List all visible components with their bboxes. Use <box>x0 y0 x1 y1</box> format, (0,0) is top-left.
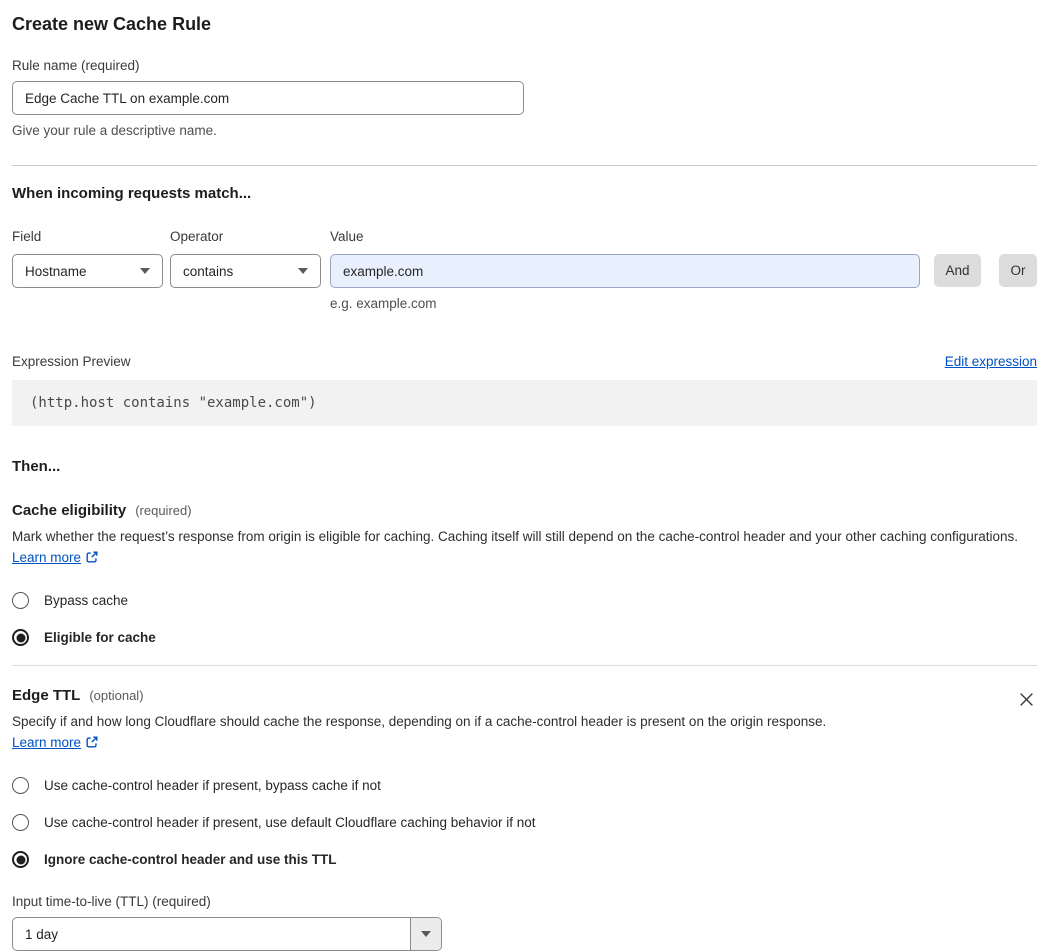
radio-icon <box>12 777 29 794</box>
radio-bypass-cache[interactable]: Bypass cache <box>12 592 1037 609</box>
section-divider <box>12 165 1037 166</box>
rule-name-input[interactable] <box>12 81 524 115</box>
edge-ttl-description: Specify if and how long Cloudflare shoul… <box>12 711 854 755</box>
radio-selected-icon <box>12 629 29 646</box>
cache-eligibility-description: Mark whether the request’s response from… <box>12 526 1037 570</box>
chevron-down-icon <box>410 918 441 950</box>
rule-name-help: Give your rule a descriptive name. <box>12 123 217 138</box>
value-help: e.g. example.com <box>330 296 437 311</box>
create-cache-rule-page: Create new Cache Rule Rule name (require… <box>0 0 1058 951</box>
external-link-icon <box>85 549 99 570</box>
operator-label: Operator <box>170 229 224 244</box>
cache-eligibility-heading: Cache eligibility <box>12 502 127 519</box>
close-icon <box>1018 693 1035 711</box>
ttl-select-value: 1 day <box>25 926 59 942</box>
rule-name-label: Rule name (required) <box>12 58 140 73</box>
radio-selected-icon <box>12 851 29 868</box>
value-input[interactable] <box>330 254 920 288</box>
radio-eligible-for-cache[interactable]: Eligible for cache <box>12 629 1037 646</box>
cache-eligibility-section: Cache eligibility (required) Mark whethe… <box>12 502 1037 646</box>
external-link-icon <box>85 734 99 755</box>
expression-header: Expression Preview Edit expression <box>12 354 1037 369</box>
radio-label: Use cache-control header if present, use… <box>44 815 536 830</box>
radio-ignore-header-use-ttl[interactable]: Ignore cache-control header and use this… <box>12 851 1037 868</box>
radio-icon <box>12 592 29 609</box>
cache-eligibility-learn-more-link[interactable]: Learn more <box>12 550 81 565</box>
radio-label: Bypass cache <box>44 593 129 608</box>
edge-ttl-learn-more-link[interactable]: Learn more <box>12 735 81 750</box>
page-title: Create new Cache Rule <box>12 14 212 34</box>
radio-use-header-default[interactable]: Use cache-control header if present, use… <box>12 814 1037 831</box>
section-divider <box>12 665 1037 666</box>
close-edge-ttl-button[interactable] <box>1016 689 1037 710</box>
and-button[interactable]: And <box>934 254 981 287</box>
match-controls-row: Hostname contains e.g. example.com And O… <box>12 254 1037 311</box>
radio-label: Eligible for cache <box>44 630 156 645</box>
radio-label: Use cache-control header if present, byp… <box>44 778 381 793</box>
edge-ttl-section-header: Edge TTL (optional) Specify if and how l… <box>12 687 1037 755</box>
operator-select[interactable]: contains <box>170 254 321 288</box>
field-select-value: Hostname <box>25 263 87 279</box>
match-heading: When incoming requests match... <box>12 185 252 202</box>
match-labels-row: Field Operator Value <box>12 229 1037 254</box>
radio-label: Ignore cache-control header and use this… <box>44 852 337 867</box>
cache-eligibility-qualifier: (required) <box>135 503 192 518</box>
radio-use-header-bypass[interactable]: Use cache-control header if present, byp… <box>12 777 1037 794</box>
value-label: Value <box>330 229 364 244</box>
edit-expression-link[interactable]: Edit expression <box>945 354 1037 369</box>
or-button[interactable]: Or <box>999 254 1037 287</box>
ttl-select[interactable]: 1 day <box>12 917 442 951</box>
ttl-input-section: Input time-to-live (TTL) (required) 1 da… <box>12 894 1037 951</box>
field-select[interactable]: Hostname <box>12 254 163 288</box>
ttl-label: Input time-to-live (TTL) (required) <box>12 894 211 909</box>
expression-preview-label: Expression Preview <box>12 354 131 369</box>
then-heading: Then... <box>12 458 61 475</box>
chevron-down-icon <box>140 268 150 274</box>
rule-name-section: Rule name (required) Give your rule a de… <box>12 58 1037 138</box>
field-label: Field <box>12 229 42 244</box>
radio-icon <box>12 814 29 831</box>
edge-ttl-qualifier: (optional) <box>89 688 144 703</box>
expression-code: (http.host contains "example.com") <box>12 380 1037 426</box>
operator-select-value: contains <box>183 263 234 279</box>
chevron-down-icon <box>298 268 308 274</box>
edge-ttl-heading: Edge TTL <box>12 687 81 704</box>
